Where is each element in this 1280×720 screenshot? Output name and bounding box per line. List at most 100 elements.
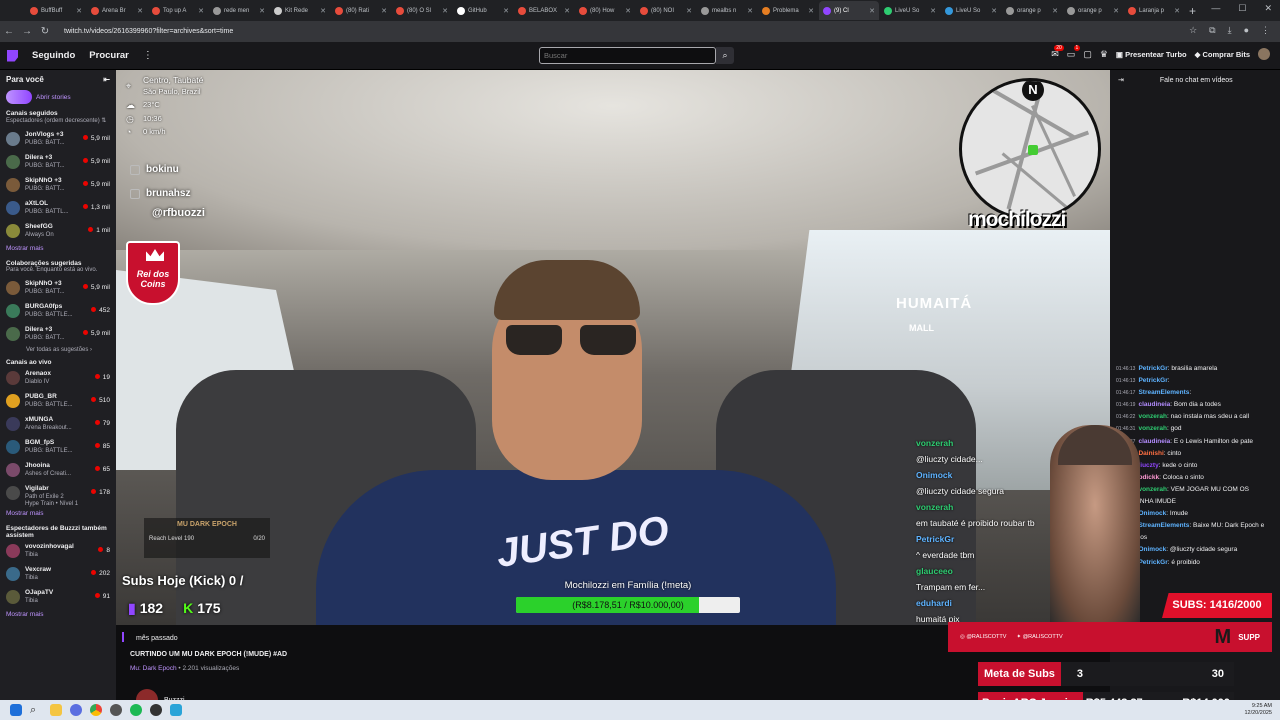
tab-close-icon[interactable]: ✕	[564, 7, 570, 15]
system-clock[interactable]: 9:25 AM 12/20/2025	[1244, 703, 1272, 717]
sidebar-channel[interactable]: JonVlogs +3 PUBG: BATT... 5,9 mil	[6, 127, 110, 150]
tab-close-icon[interactable]: ✕	[930, 7, 936, 15]
browser-tab[interactable]: Kit Rede ✕	[270, 1, 330, 20]
sidebar-channel[interactable]: aXtLOL PUBG: BATTL... 1,3 mil	[6, 196, 110, 219]
bookmark-star-icon[interactable]: ☆	[1189, 25, 1197, 36]
sidebar-channel[interactable]: Jhooina Ashes of Creati... 65	[6, 458, 110, 481]
sidebar-channel[interactable]: Dilera +3 PUBG: BATT... 5,9 mil	[6, 150, 110, 173]
tab-close-icon[interactable]: ✕	[503, 7, 509, 15]
extensions-icon[interactable]: ⧉	[1209, 25, 1215, 36]
chat-username[interactable]: Onimock	[1138, 510, 1166, 517]
tab-close-icon[interactable]: ✕	[1174, 7, 1180, 15]
notifications-icon[interactable]: ✉ 20	[1051, 44, 1064, 60]
browse-link[interactable]: Procurar	[89, 50, 129, 61]
tab-close-icon[interactable]: ✕	[198, 7, 204, 15]
menu-icon[interactable]: ⋮	[1261, 25, 1270, 36]
tab-close-icon[interactable]: ✕	[259, 7, 265, 15]
tab-close-icon[interactable]: ✕	[442, 7, 448, 15]
video-player[interactable]: HUMAITÁ MALL JUST DO ⌖ Centro, Taubaté São…	[116, 70, 1110, 625]
chat-username[interactable]: vonzerah	[1138, 486, 1167, 493]
browser-tab[interactable]: LiveU So ✕	[941, 1, 1001, 20]
video-game-link[interactable]: Mu: Dark Epoch	[130, 665, 177, 672]
chat-username[interactable]: PetrickGr	[1138, 377, 1167, 384]
sidebar-channel[interactable]: Arenaox Diablo IV 19	[6, 366, 110, 389]
tab-close-icon[interactable]: ✕	[991, 7, 997, 15]
chat-username[interactable]: Onimock	[1138, 546, 1166, 553]
taskbar-search-icon[interactable]: ⌕	[30, 704, 42, 716]
chat-username[interactable]: pdickk	[1138, 474, 1159, 481]
more-icon[interactable]: ⋮	[143, 50, 153, 61]
see-all-suggestions[interactable]: Ver todas as sugestões ›	[6, 347, 110, 353]
search-input[interactable]	[539, 47, 716, 64]
show-more-live[interactable]: Mostrar mais	[6, 510, 110, 517]
browser-tab[interactable]: Problema ✕	[758, 1, 818, 20]
sidebar-channel[interactable]: BGM_fpS PUBG: BATTLE... 85	[6, 435, 110, 458]
chat-username[interactable]: StreamElements	[1138, 389, 1189, 396]
chat-username[interactable]: PetrickGr	[1138, 559, 1167, 566]
sidebar-channel[interactable]: PUBG_BR PUBG: BATTLE... 510	[6, 389, 110, 412]
spotify-icon[interactable]	[130, 704, 142, 716]
maximize-icon[interactable]: ☐	[1238, 3, 1246, 14]
minimize-icon[interactable]: —	[1211, 3, 1220, 14]
tab-close-icon[interactable]: ✕	[869, 7, 875, 15]
close-icon[interactable]: ✕	[1264, 3, 1272, 14]
browser-tab[interactable]: (80) O Sl ✕	[392, 1, 452, 20]
app-icon[interactable]	[150, 704, 162, 716]
url-field[interactable]: twitch.tv/videos/2616399960?filter=archi…	[64, 28, 233, 35]
stories-button[interactable]: Abrir stories	[6, 90, 110, 104]
chat-username[interactable]: PetrickGr	[1138, 365, 1167, 372]
profile-icon[interactable]: ●	[1244, 25, 1249, 36]
buy-bits-button[interactable]: ◆ Comprar Bits	[1195, 50, 1250, 59]
inbox-icon[interactable]: ▭ 1	[1067, 44, 1081, 60]
browser-tab[interactable]: Laranja p ✕	[1124, 1, 1184, 20]
tab-close-icon[interactable]: ✕	[137, 7, 143, 15]
browser-tab[interactable]: mealbs n ✕	[697, 1, 757, 20]
browser-tab[interactable]: (80) Rati ✕	[331, 1, 391, 20]
sidebar-channel[interactable]: xMUNGA Arena Breakout... 79	[6, 412, 110, 435]
browser-tab[interactable]: (9) Cl ✕	[819, 1, 879, 20]
browser-tab[interactable]: BuffBuff ✕	[26, 1, 86, 20]
chrome-icon[interactable]	[90, 704, 102, 716]
show-more-also[interactable]: Mostrar mais	[6, 611, 110, 618]
sidebar-channel[interactable]: OJapaTV Tibia 91	[6, 585, 110, 608]
whispers-icon[interactable]: ▢	[1083, 49, 1092, 60]
sidebar-channel[interactable]: Vexcraw Tibia 202	[6, 562, 110, 585]
tab-close-icon[interactable]: ✕	[1113, 7, 1119, 15]
browser-tab[interactable]: orange p ✕	[1063, 1, 1123, 20]
tab-close-icon[interactable]: ✕	[381, 7, 387, 15]
sidebar-channel[interactable]: vovozinhovagal Tibia 8	[6, 539, 110, 562]
tab-close-icon[interactable]: ✕	[808, 7, 814, 15]
chat-username[interactable]: vonzerah	[1138, 425, 1167, 432]
new-tab-icon[interactable]: +	[1189, 4, 1196, 18]
chat-username[interactable]: claudineia	[1138, 401, 1170, 408]
followed-sort[interactable]: Espectadores (ordem decrescente) ⇅	[6, 117, 110, 124]
tab-close-icon[interactable]: ✕	[625, 7, 631, 15]
sidebar-channel[interactable]: SheefGG Always On 1 mil	[6, 219, 110, 242]
discord-icon[interactable]	[70, 704, 82, 716]
browser-tab[interactable]: GitHub ✕	[453, 1, 513, 20]
browser-tab[interactable]: BELABOX ✕	[514, 1, 574, 20]
browser-tab[interactable]: orange p ✕	[1002, 1, 1062, 20]
browser-tab[interactable]: Arena Br ✕	[87, 1, 147, 20]
back-icon[interactable]: ←	[0, 26, 18, 37]
sidebar-channel[interactable]: SkipNhO +3 PUBG: BATT... 5,9 mil	[6, 173, 110, 196]
collapse-sidebar-icon[interactable]: ⇤	[103, 75, 110, 84]
chat-username[interactable]: liuczty	[1138, 462, 1158, 469]
following-link[interactable]: Seguindo	[32, 50, 75, 61]
sidebar-channel[interactable]: Dilera +3 PUBG: BATT... 5,9 mil	[6, 322, 110, 345]
obs-icon[interactable]	[110, 704, 122, 716]
tab-close-icon[interactable]: ✕	[686, 7, 692, 15]
chat-username[interactable]: Dainishi	[1138, 450, 1163, 457]
crown-icon[interactable]: ♛	[1100, 49, 1108, 60]
sidebar-channel[interactable]: SkipNhO +3 PUBG: BATT... 5,9 mil	[6, 276, 110, 299]
tab-close-icon[interactable]: ✕	[747, 7, 753, 15]
sidebar-channel[interactable]: BURGA0fps PUBG: BATTLE... 452	[6, 299, 110, 322]
windows-start-icon[interactable]	[10, 704, 22, 716]
file-explorer-icon[interactable]	[50, 704, 62, 716]
browser-tab[interactable]: (80) NOI ✕	[636, 1, 696, 20]
download-icon[interactable]: ⤓	[1228, 25, 1232, 36]
browser-tab[interactable]: LiveU So ✕	[880, 1, 940, 20]
tab-close-icon[interactable]: ✕	[76, 7, 82, 15]
tab-close-icon[interactable]: ✕	[320, 7, 326, 15]
chat-username[interactable]: vonzerah	[1138, 413, 1167, 420]
